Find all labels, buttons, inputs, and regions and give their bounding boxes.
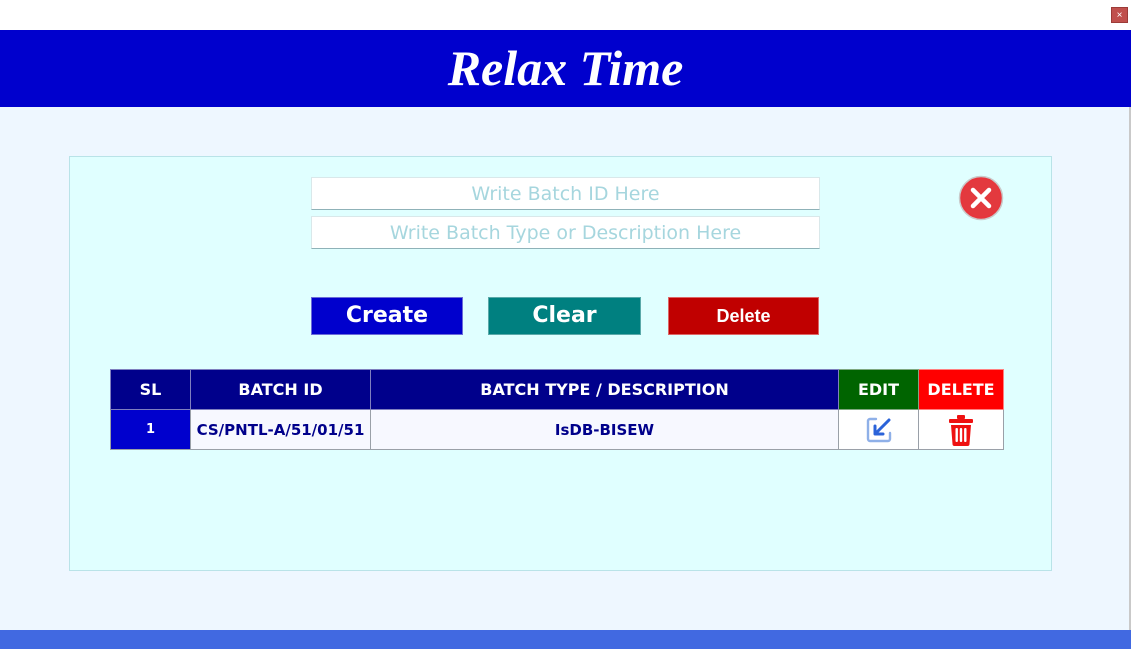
cell-batch-id: CS/PNTL-A/51/01/51 bbox=[190, 409, 371, 450]
app-window: × Relax Time Create Clear Delete SL BATC… bbox=[0, 0, 1131, 649]
column-header-batch-type: BATCH TYPE / DESCRIPTION bbox=[370, 369, 839, 410]
table-row[interactable]: 1 CS/PNTL-A/51/01/51 IsDB-BISEW bbox=[110, 409, 1004, 450]
cancel-circle-icon[interactable] bbox=[958, 175, 1004, 221]
app-title: Relax Time bbox=[447, 40, 684, 96]
cell-batch-type: IsDB-BISEW bbox=[370, 409, 839, 450]
column-header-edit: EDIT bbox=[838, 369, 919, 410]
cell-edit bbox=[838, 409, 919, 450]
create-button[interactable]: Create bbox=[311, 297, 463, 335]
clear-button[interactable]: Clear bbox=[488, 297, 641, 335]
cell-delete bbox=[918, 409, 1004, 450]
batch-type-input[interactable] bbox=[311, 216, 820, 249]
footer-bar bbox=[0, 630, 1131, 649]
batch-table: SL BATCH ID BATCH TYPE / DESCRIPTION EDI… bbox=[110, 369, 1004, 450]
batch-id-input[interactable] bbox=[311, 177, 820, 210]
table-header-row: SL BATCH ID BATCH TYPE / DESCRIPTION EDI… bbox=[110, 369, 1004, 410]
trash-icon[interactable] bbox=[947, 414, 975, 446]
header-banner: Relax Time bbox=[0, 30, 1131, 107]
column-header-batch-id: BATCH ID bbox=[190, 369, 371, 410]
cell-sl: 1 bbox=[110, 409, 191, 450]
delete-button[interactable]: Delete bbox=[668, 297, 819, 335]
column-header-delete: DELETE bbox=[918, 369, 1004, 410]
column-header-sl: SL bbox=[110, 369, 191, 410]
edit-arrow-icon[interactable] bbox=[865, 416, 893, 444]
window-close-button[interactable]: × bbox=[1111, 7, 1128, 23]
